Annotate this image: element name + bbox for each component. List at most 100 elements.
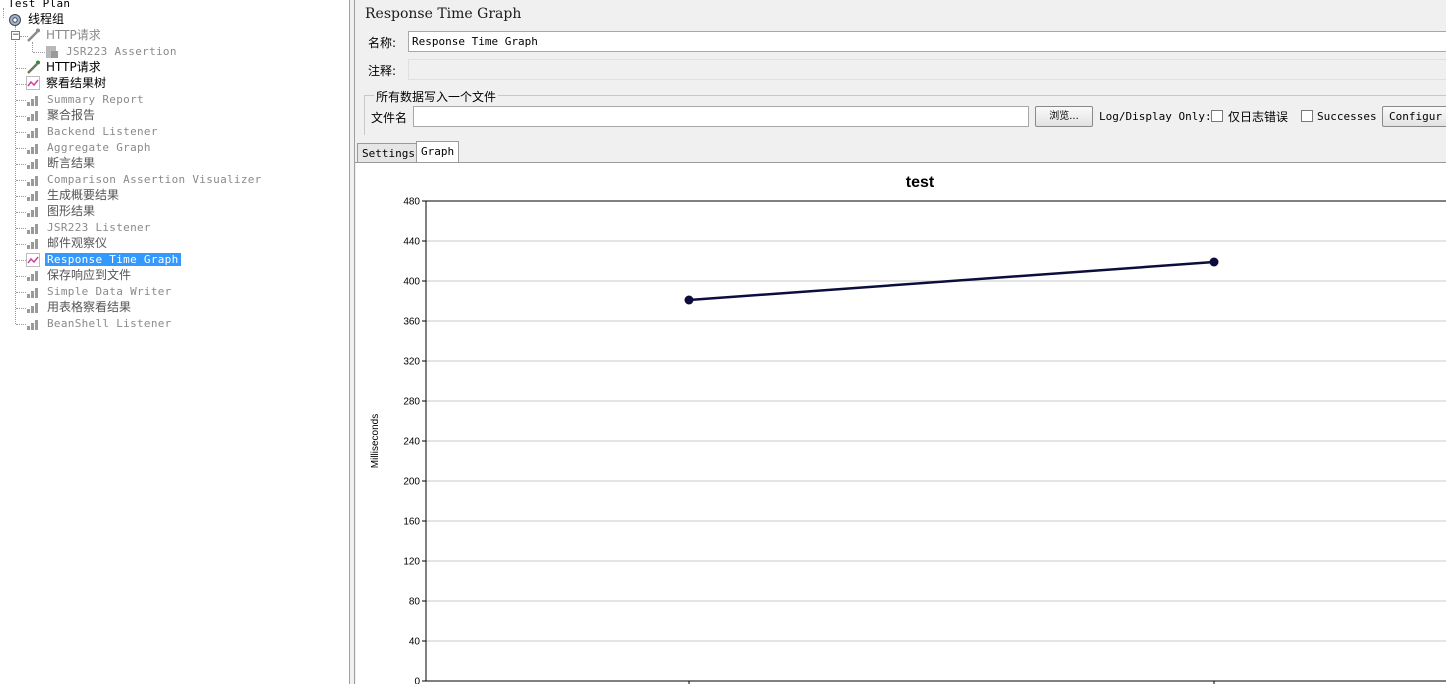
tree-item-summary-report[interactable]: Summary Report — [26, 92, 144, 108]
pipette-icon — [27, 60, 40, 74]
comment-label: 注释: — [368, 64, 397, 78]
tree-item-graph-results[interactable]: 图形结果 — [26, 203, 95, 219]
tree-item-save-responses[interactable]: 保存响应到文件 — [26, 267, 131, 283]
tree-item-label: 生成概要结果 — [47, 188, 120, 202]
pipette-icon — [27, 28, 40, 42]
tab-graph[interactable]: Graph — [416, 141, 460, 164]
comment-field[interactable] — [408, 59, 1446, 80]
element-config-panel: Response Time Graph 名称: Response Time Gr… — [355, 0, 1446, 684]
tree-connector — [16, 84, 26, 85]
bar-chart-icon — [27, 159, 38, 169]
tree-connector — [16, 132, 26, 133]
tree-item-label: 聚合报告 — [47, 108, 96, 122]
bar-chart-icon — [27, 111, 38, 121]
tree-item-thread-group[interactable]: 线程组 — [8, 11, 64, 27]
y-tick-label: 360 — [403, 317, 420, 328]
tree-item-jsr223-listener[interactable]: JSR223 Listener — [26, 220, 151, 236]
tree-item-label: Aggregate Graph — [47, 141, 151, 154]
tree-item-label: 图形结果 — [47, 204, 96, 218]
tree-connector — [16, 276, 26, 277]
tree-item-mailer-visualizer[interactable]: 邮件观察仪 — [26, 235, 107, 251]
chart-title: test — [906, 174, 935, 191]
tree-connector — [16, 324, 26, 325]
tree-connector — [16, 212, 26, 213]
log-display-only-label: Log/Display Only: — [1099, 110, 1212, 123]
configure-button[interactable]: Configur — [1382, 106, 1446, 127]
tree-item-comparison-assertion-visualizer[interactable]: Comparison Assertion Visualizer — [26, 172, 262, 188]
y-tick-label: 240 — [403, 437, 420, 448]
tree-item-label: JSR223 Listener — [47, 221, 151, 234]
tree-connector — [3, 8, 4, 18]
tree-connector — [16, 244, 26, 245]
tree-connector — [16, 68, 26, 69]
bar-chart-icon — [27, 144, 38, 154]
tree-item-view-results-tree[interactable]: 察看结果树 — [26, 75, 106, 91]
tree-item-http-request[interactable]: HTTP请求 — [26, 27, 101, 43]
tree-item-label: 邮件观察仪 — [47, 236, 108, 250]
errors-only-label: 仅日志错误 — [1228, 110, 1289, 124]
tree-item-label: Summary Report — [47, 93, 144, 106]
tree-item-label: Test Plan — [8, 0, 71, 10]
y-tick-label: 440 — [403, 237, 420, 248]
chart-gridlines — [426, 240, 1446, 642]
tree-connector — [16, 260, 26, 261]
y-tick-label: 0 — [414, 677, 420, 684]
tree-item-response-time-graph[interactable]: Response Time Graph — [26, 252, 181, 268]
tab-settings[interactable]: Settings — [357, 143, 420, 164]
collapse-toggle[interactable]: − — [11, 31, 20, 40]
successes-label: Successes — [1317, 110, 1377, 123]
panel-title: Response Time Graph — [365, 6, 522, 22]
tree-item-simple-data-writer[interactable]: Simple Data Writer — [26, 284, 172, 300]
tree-item-aggregate-graph[interactable]: Aggregate Graph — [26, 140, 151, 156]
bar-chart-icon — [27, 239, 38, 249]
response-time-chart-area: test 0 40 80 120 160 200 240 280 320 360 400 440 480… — [356, 163, 1446, 684]
bar-chart-icon — [27, 320, 38, 330]
test-plan-tree[interactable]: − Test Plan 线程组 HTTP请求 JSR223 Assertion — [0, 0, 349, 684]
tree-connector — [16, 148, 26, 149]
bar-chart-icon — [27, 128, 38, 138]
graph-icon — [26, 253, 40, 267]
tree-connector — [16, 196, 26, 197]
errors-only-checkbox[interactable] — [1211, 110, 1223, 122]
tree-connector — [33, 52, 45, 53]
browse-button[interactable]: 浏览... — [1035, 106, 1093, 127]
file-group-title: 所有数据写入一个文件 — [374, 88, 499, 105]
tree-connector — [16, 228, 26, 229]
tree-item-label: 保存响应到文件 — [47, 268, 132, 282]
tree-item-generate-summary[interactable]: 生成概要结果 — [26, 187, 119, 203]
tree-item-label: JSR223 Assertion — [66, 45, 177, 58]
response-time-chart: test 0 40 80 120 160 200 240 280 320 360 400 440 480… — [370, 174, 1446, 684]
successes-checkbox[interactable] — [1301, 110, 1313, 122]
y-tick-label: 40 — [409, 637, 421, 648]
filename-input[interactable] — [413, 106, 1029, 127]
tree-item-label: 断言结果 — [47, 156, 96, 170]
bar-chart-icon — [27, 191, 38, 201]
tree-connector — [15, 26, 16, 324]
tree-item-label: HTTP请求 — [46, 28, 101, 42]
y-tick-label: 320 — [403, 357, 420, 368]
y-tick-label: 80 — [409, 597, 421, 608]
y-tick-label: 280 — [403, 397, 420, 408]
tree-item-label: Backend Listener — [47, 125, 158, 138]
y-axis-ticks: 0 40 80 120 160 200 240 280 320 360 400 440 480 — [403, 197, 426, 684]
tree-connector — [16, 292, 26, 293]
tree-item-label: Comparison Assertion Visualizer — [47, 173, 262, 186]
tree-connector — [32, 42, 33, 52]
tree-item-assertion-results[interactable]: 断言结果 — [26, 155, 95, 171]
tree-item-backend-listener[interactable]: Backend Listener — [26, 124, 158, 140]
bar-chart-icon — [27, 207, 38, 217]
bar-chart-icon — [27, 288, 38, 298]
name-field[interactable]: Response Time Graph — [408, 31, 1446, 52]
gear-icon — [9, 14, 21, 26]
y-tick-label: 480 — [403, 197, 420, 208]
data-point — [1209, 257, 1219, 267]
tree-item-beanshell-listener[interactable]: BeanShell Listener — [26, 316, 172, 332]
tree-item-jsr223-assertion[interactable]: JSR223 Assertion — [45, 44, 177, 60]
data-point — [684, 295, 694, 305]
tree-item-aggregate-report[interactable]: 聚合报告 — [26, 107, 95, 123]
tree-item-http-request-2[interactable]: HTTP请求 — [26, 59, 101, 75]
tree-item-label: 察看结果树 — [46, 76, 107, 90]
tree-item-view-results-table[interactable]: 用表格察看结果 — [26, 299, 131, 315]
tree-item-label: 用表格察看结果 — [47, 300, 132, 314]
tree-item-label: Response Time Graph — [45, 253, 181, 266]
